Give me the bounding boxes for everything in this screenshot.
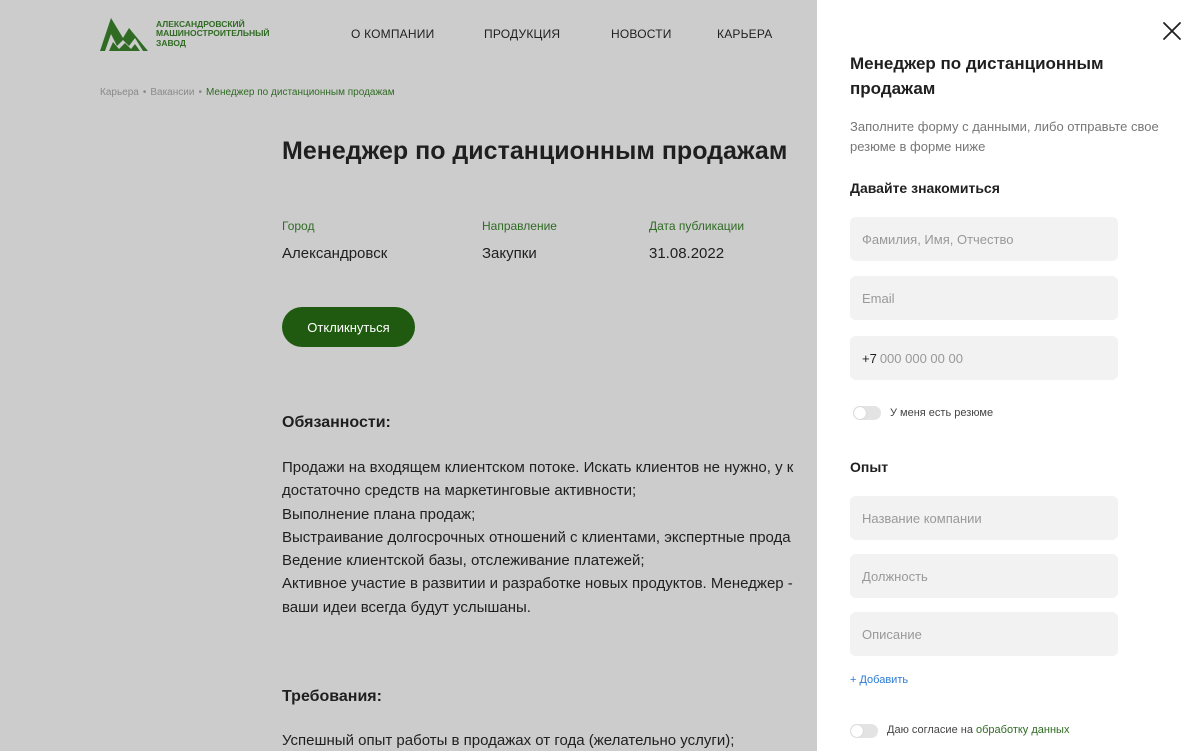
company-input[interactable] — [862, 510, 1118, 526]
email-field[interactable] — [850, 276, 1118, 320]
city-value: Александровск — [282, 245, 388, 262]
consent-label: Даю согласие на обработку данных — [887, 724, 1069, 736]
resume-toggle-label: У меня есть резюме — [890, 407, 994, 419]
company-field[interactable] — [850, 496, 1118, 540]
position-field[interactable] — [850, 554, 1118, 598]
consent-link[interactable]: обработку данных — [976, 724, 1069, 736]
resume-toggle[interactable] — [853, 406, 881, 420]
mountain-logo-icon — [100, 18, 148, 51]
direction-label: Направление — [482, 219, 557, 233]
phone-prefix: +7 — [862, 350, 877, 366]
nav-item-career[interactable]: КАРЬЕРА — [717, 27, 772, 41]
site-logo[interactable]: АЛЕКСАНДРОВСКИЙ МАШИНОСТРОИТЕЛЬНЫЙ ЗАВОД — [99, 16, 286, 52]
nav-item-products[interactable]: ПРОДУКЦИЯ — [484, 27, 560, 41]
intro-heading: Давайте знакомиться — [850, 180, 1000, 196]
nav-item-about[interactable]: О КОМПАНИИ — [351, 27, 434, 41]
duties-line: достаточно средств на маркетинговые акти… — [282, 482, 637, 500]
description-input[interactable] — [862, 626, 1118, 642]
toggle-knob — [854, 407, 866, 419]
breadcrumb-separator: • — [198, 87, 202, 98]
vacancy-title: Менеджер по дистанционным продажам — [282, 137, 788, 165]
duties-line: Продажи на входящем клиентском потоке. И… — [282, 459, 794, 476]
duties-line: Активное участие в развитии и разработке… — [282, 575, 793, 593]
nav-item-news[interactable]: НОВОСТИ — [611, 27, 672, 41]
email-input[interactable] — [862, 290, 1118, 306]
requirements-line: Успешный опыт работы в продажах от года … — [282, 732, 735, 749]
position-input[interactable] — [862, 568, 1118, 584]
duties-heading: Обязанности: — [282, 414, 391, 431]
close-button[interactable] — [1161, 20, 1183, 42]
phone-field[interactable]: +7 — [850, 336, 1118, 380]
experience-heading: Опыт — [850, 459, 889, 475]
breadcrumb-separator: • — [142, 87, 147, 98]
toggle-knob — [851, 725, 863, 737]
close-icon — [1163, 22, 1181, 40]
fullname-field[interactable] — [850, 217, 1118, 261]
duties-line: Выстраивание долгосрочных отношений с кл… — [282, 528, 791, 546]
publish-date-value: 31.08.2022 — [649, 245, 725, 262]
logo-text: АЛЕКСАНДРОВСКИЙ МАШИНОСТРОИТЕЛЬНЫЙ ЗАВОД — [156, 19, 286, 49]
fullname-input[interactable] — [862, 231, 1118, 247]
requirements-heading: Требования: — [282, 688, 382, 705]
panel-title: Менеджер по дистанционным продажам — [850, 54, 1104, 98]
description-field[interactable] — [850, 612, 1118, 656]
logo-line: ЗАВОД — [156, 37, 186, 48]
breadcrumb-item-vacancies[interactable]: Вакансии — [150, 87, 194, 98]
duties-line: Ведение клиентской базы, отслеживание пл… — [282, 552, 645, 570]
breadcrumb-item-career[interactable]: Карьера — [100, 87, 139, 98]
respond-button[interactable]: Откликнуться — [282, 307, 415, 347]
duties-text: Продажи на входящем клиентском потоке. И… — [282, 456, 842, 619]
duties-line: ваши идеи всегда будут услышаны. — [282, 598, 531, 616]
panel-subtitle: Заполните форму с данными, либо отправьт… — [850, 119, 1159, 154]
direction-value: Закупки — [482, 245, 537, 262]
city-label: Город — [282, 219, 315, 233]
publish-date-label: Дата публикации — [649, 219, 745, 233]
phone-input[interactable] — [879, 350, 1118, 366]
add-experience-link[interactable]: + Добавить — [850, 674, 908, 686]
duties-line: Выполнение плана продаж; — [282, 505, 476, 523]
breadcrumb: Карьера • Вакансии • Менеджер по дистанц… — [100, 87, 395, 98]
consent-toggle[interactable] — [850, 724, 878, 738]
breadcrumb-current: Менеджер по дистанционным продажам — [205, 87, 395, 98]
consent-text: Даю согласие на — [887, 724, 973, 736]
